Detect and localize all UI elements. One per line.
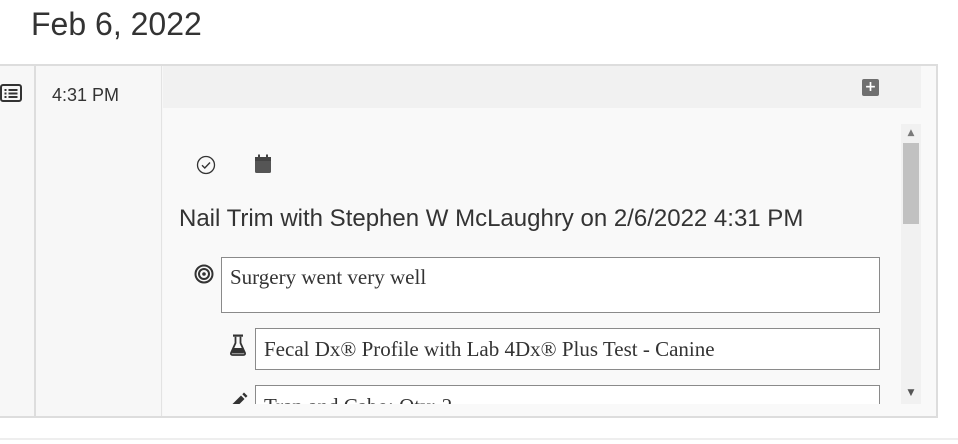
check-circle-icon[interactable] [196, 155, 216, 175]
scroll-thumb[interactable] [903, 143, 919, 224]
service-item[interactable]: Trap and Cabo: Qty: 2 [255, 385, 880, 404]
pencil-icon[interactable] [230, 392, 248, 404]
target-icon [194, 264, 214, 284]
divider [0, 438, 958, 440]
entry-content: + Nail Trim with Stephen W McLaughry on … [163, 66, 936, 416]
entry-time: 4:31 PM [52, 85, 120, 105]
lab-test-item[interactable]: Fecal Dx® Profile with Lab 4Dx® Plus Tes… [255, 328, 880, 370]
calendar-icon[interactable] [254, 154, 272, 174]
encounter-title: Nail Trim with Stephen W McLaughry on 2/… [179, 205, 804, 232]
date-heading: Feb 6, 2022 [31, 6, 202, 42]
entry-icon-column [0, 66, 36, 416]
entry-time-column: 4:31 PM [38, 66, 162, 416]
add-button[interactable]: + [862, 79, 879, 96]
entry-toolbar: + [163, 66, 921, 108]
scroll-down-arrow[interactable]: ▼ [901, 386, 921, 400]
scroll-up-arrow[interactable]: ▲ [901, 126, 921, 140]
list-icon[interactable] [0, 84, 22, 102]
note-field[interactable]: Surgery went very well [221, 257, 880, 313]
flask-icon [230, 334, 246, 356]
vertical-scrollbar[interactable]: ▲ ▼ [901, 124, 921, 404]
timeline-entry: 4:31 PM + Nail Trim with Stephen W McLau… [0, 64, 938, 418]
entry-scroll-area[interactable]: Nail Trim with Stephen W McLaughry on 2/… [163, 124, 921, 404]
